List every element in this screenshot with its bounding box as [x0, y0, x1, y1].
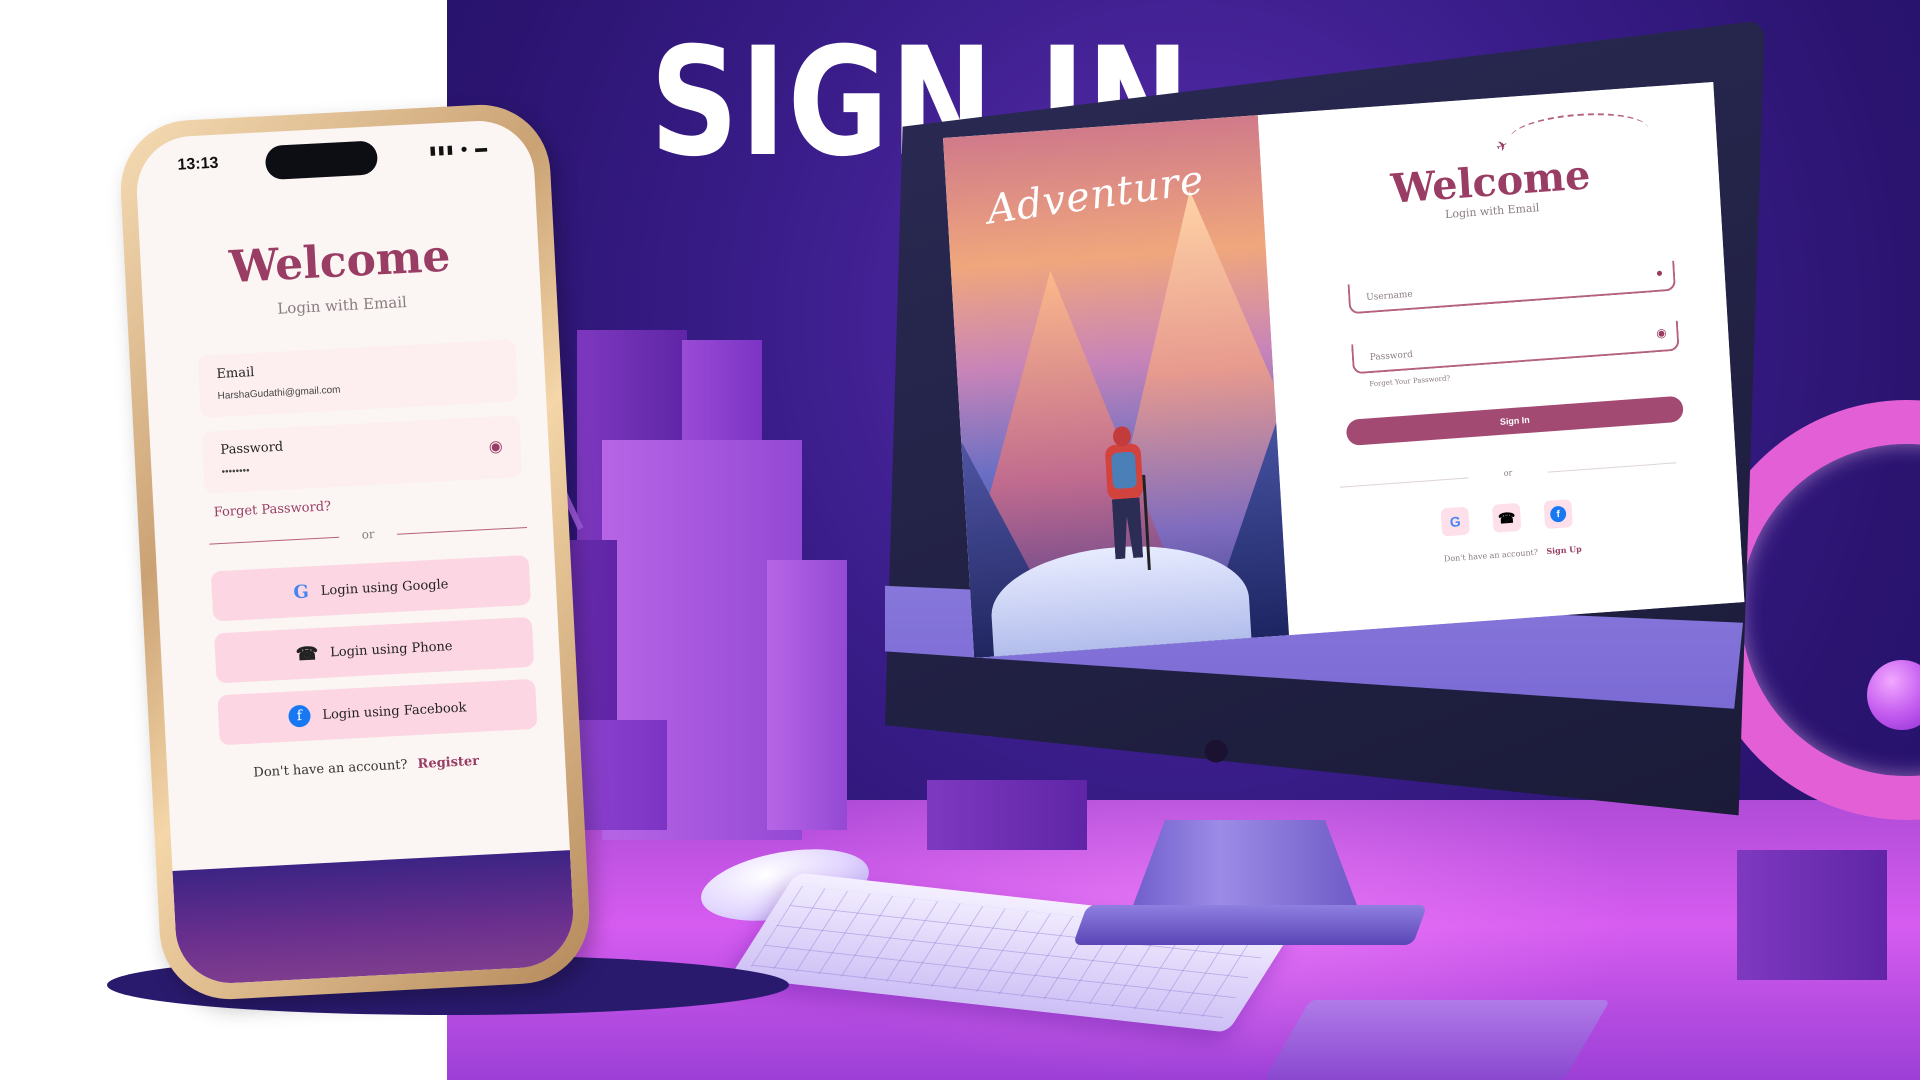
or-text: or	[361, 526, 375, 542]
hiker-illustration	[1100, 425, 1153, 578]
sign-up-link[interactable]: Sign Up	[1546, 544, 1582, 557]
status-icons: ▮▮▮ ● ▬	[428, 140, 490, 158]
google-login-button[interactable]: G	[1440, 506, 1470, 537]
facebook-icon: f	[287, 704, 311, 728]
phone-login-button[interactable]: ☎	[1492, 502, 1522, 533]
phone-icon: ☎	[1497, 508, 1516, 526]
no-account-text: Don't have an account?	[1443, 547, 1539, 564]
password-placeholder: Password	[1369, 349, 1414, 364]
apple-logo-icon: ●	[1203, 732, 1230, 767]
password-field[interactable]: Password ◉	[1351, 320, 1680, 375]
hero-panel: Adventure	[943, 115, 1290, 658]
login-google-label: Login using Google	[320, 576, 449, 599]
phone-icon: ☎	[295, 642, 319, 665]
monitor-stand-base	[1072, 905, 1428, 945]
email-value: HarshaGudathi@gmail.com	[217, 384, 341, 402]
deco-block	[767, 560, 847, 830]
username-placeholder: Username	[1365, 289, 1413, 304]
sign-in-button[interactable]: Sign In	[1345, 395, 1684, 447]
hero-text: Adventure	[984, 156, 1207, 234]
password-field[interactable]: Password •••••••• ◉	[201, 415, 523, 494]
email-field[interactable]: Email HarshaGudathi@gmail.com	[197, 339, 519, 418]
eye-icon[interactable]: ◉	[1656, 325, 1667, 340]
dynamic-island	[264, 140, 379, 181]
forgot-password-link[interactable]: Forget Password?	[213, 499, 331, 520]
username-field[interactable]: Username ●	[1347, 260, 1677, 315]
login-facebook-button[interactable]: f Login using Facebook	[217, 678, 538, 746]
email-label: Email	[216, 365, 255, 382]
plane-icon: ✈	[1493, 135, 1511, 156]
user-icon: ●	[1655, 265, 1664, 280]
phone-title: Welcome	[227, 230, 452, 294]
signup-prompt: Don't have an account? Sign Up	[1285, 532, 1741, 575]
or-divider: or	[209, 519, 527, 552]
login-form: ✈ Welcome Login with Email Username ● Pa…	[1257, 81, 1745, 636]
desktop-monitor: ● Adventure ✈ Welcome Login with Email U…	[885, 20, 1765, 840]
or-text: or	[1503, 468, 1513, 478]
eye-icon[interactable]: ◉	[488, 436, 503, 457]
register-prompt: Don't have an account? Register	[167, 749, 565, 785]
google-icon: G	[292, 580, 310, 603]
register-link[interactable]: Register	[417, 754, 479, 772]
or-divider: or	[1339, 456, 1676, 492]
login-google-button[interactable]: G Login using Google	[210, 554, 532, 622]
forgot-password-link[interactable]: Forget Your Password?	[1369, 374, 1450, 388]
password-value: ••••••••	[221, 465, 250, 478]
google-icon: G	[1449, 513, 1462, 530]
login-facebook-label: Login using Facebook	[321, 699, 467, 723]
status-time: 13:13	[177, 154, 219, 174]
desktop-screen: Adventure ✈ Welcome Login with Email Use…	[943, 81, 1745, 658]
deco-block	[1737, 850, 1887, 980]
login-phone-button[interactable]: ☎ Login using Phone	[214, 616, 535, 684]
phone-screen: 13:13 ▮▮▮ ● ▬ Welcome Login with Email E…	[134, 118, 576, 986]
phone-bottom-gradient	[172, 850, 576, 986]
facebook-login-button[interactable]: f	[1543, 499, 1573, 530]
no-account-text: Don't have an account?	[253, 757, 408, 781]
login-phone-label: Login using Phone	[329, 638, 453, 660]
desk-tray	[1263, 1000, 1611, 1080]
password-label: Password	[220, 439, 284, 458]
mobile-phone: 13:13 ▮▮▮ ● ▬ Welcome Login with Email E…	[117, 101, 593, 1003]
facebook-icon: f	[1549, 505, 1567, 523]
